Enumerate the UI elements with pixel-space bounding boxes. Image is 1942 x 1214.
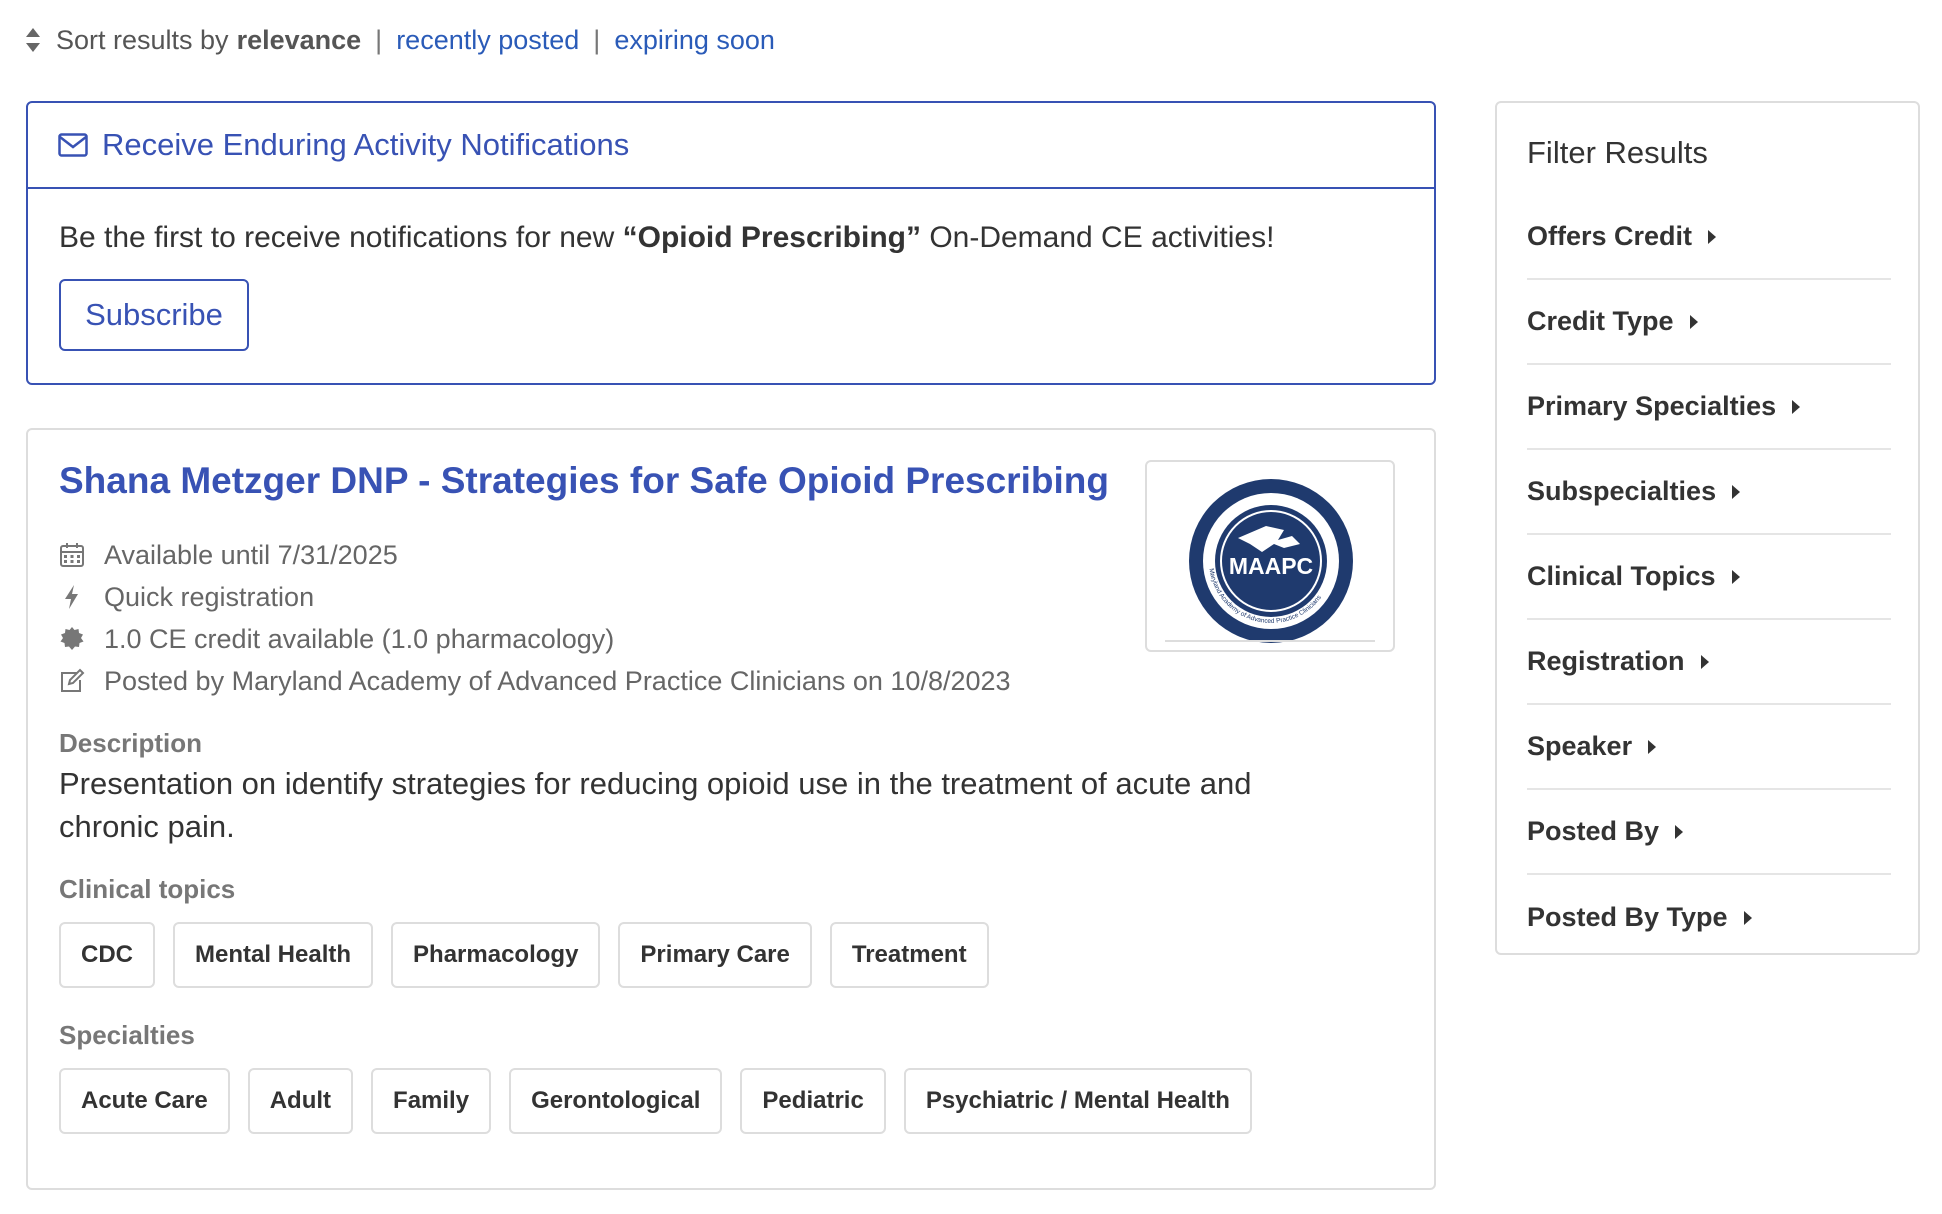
- meta-registration: Quick registration: [59, 576, 1011, 618]
- meta-credit: 1.0 CE credit available (1.0 pharmacolog…: [59, 618, 1011, 660]
- topic-chip-pharmacology[interactable]: Pharmacology: [391, 922, 601, 988]
- maapc-logo: MAAPC Maryland Academy of Advanced Pract…: [1189, 479, 1353, 643]
- subscribe-button[interactable]: Subscribe: [59, 279, 249, 351]
- specialty-chip-gerontological[interactable]: Gerontological: [509, 1068, 723, 1134]
- filter-posted-by-type[interactable]: Posted By Type: [1527, 875, 1891, 960]
- notification-panel: Receive Enduring Activity Notifications …: [26, 101, 1436, 385]
- filter-label: Registration: [1527, 646, 1685, 676]
- specialty-chip-pediatric[interactable]: Pediatric: [740, 1068, 886, 1134]
- filter-label: Offers Credit: [1527, 221, 1693, 251]
- filter-credit-type[interactable]: Credit Type: [1527, 280, 1891, 365]
- specialty-chip-acute-care[interactable]: Acute Care: [59, 1068, 230, 1134]
- meta-registration-text: Quick registration: [104, 581, 315, 612]
- meta-availability: Available until 7/31/2025: [59, 534, 1011, 576]
- filter-offers-credit[interactable]: Offers Credit: [1527, 195, 1891, 280]
- specialty-chip-family[interactable]: Family: [371, 1068, 492, 1134]
- filter-subspecialties[interactable]: Subspecialties: [1527, 450, 1891, 535]
- filter-speaker[interactable]: Speaker: [1527, 705, 1891, 790]
- sort-icon: [26, 28, 40, 52]
- specialties-label: Specialties: [59, 1020, 195, 1050]
- filter-primary-specialties[interactable]: Primary Specialties: [1527, 365, 1891, 450]
- meta-posted-by: Posted by Maryland Academy of Advanced P…: [59, 660, 1011, 702]
- logo-text: MAAPC: [1229, 553, 1313, 579]
- filter-label: Speaker: [1527, 731, 1633, 761]
- description-text: Presentation on identify strategies for …: [59, 766, 1252, 844]
- filter-registration[interactable]: Registration: [1527, 620, 1891, 705]
- sort-expiring-soon-link[interactable]: expiring soon: [614, 25, 775, 56]
- bolt-icon: [65, 585, 78, 609]
- sort-bar: Sort results by relevance | recently pos…: [24, 20, 775, 60]
- logo-divider: [1165, 640, 1375, 642]
- meta-posted-by-text: Posted by Maryland Academy of Advanced P…: [104, 665, 1011, 696]
- filter-label: Credit Type: [1527, 306, 1674, 336]
- caret-right-icon: [1648, 739, 1657, 754]
- filter-posted-by[interactable]: Posted By: [1527, 790, 1891, 875]
- topic-chip-cdc[interactable]: CDC: [59, 922, 155, 988]
- meta-availability-text: Available until 7/31/2025: [104, 539, 398, 570]
- caret-right-icon: [1732, 484, 1741, 499]
- calendar-icon: [60, 543, 84, 567]
- sort-current: relevance: [236, 24, 362, 55]
- topic-chip-mental-health[interactable]: Mental Health: [173, 922, 374, 988]
- filter-label: Posted By: [1527, 816, 1660, 846]
- clinical-topics-label: Clinical topics: [59, 874, 236, 904]
- activity-card: Shana Metzger DNP - Strategies for Safe …: [26, 428, 1436, 1190]
- notification-body: Be the first to receive notifications fo…: [28, 189, 1434, 383]
- filter-label: Clinical Topics: [1527, 561, 1716, 591]
- topic-chip-primary-care[interactable]: Primary Care: [618, 922, 812, 988]
- sort-recently-posted-link[interactable]: recently posted: [396, 25, 579, 56]
- notification-text-before: Be the first to receive notifications fo…: [59, 221, 623, 254]
- filter-label: Posted By Type: [1527, 902, 1728, 932]
- caret-right-icon: [1792, 399, 1801, 414]
- notification-text: Be the first to receive notifications fo…: [59, 221, 1403, 255]
- clinical-topics-chips: CDC Mental Health Pharmacology Primary C…: [59, 922, 1007, 988]
- notification-topic: “Opioid Prescribing”: [622, 221, 921, 254]
- certificate-icon: [60, 627, 84, 650]
- specialty-chip-psychiatric-mental-health[interactable]: Psychiatric / Mental Health: [903, 1068, 1252, 1134]
- sort-separator: |: [375, 24, 383, 55]
- edit-icon: [61, 668, 85, 692]
- specialty-chip-adult[interactable]: Adult: [247, 1068, 354, 1134]
- filter-label: Primary Specialties: [1527, 391, 1777, 421]
- filter-label: Subspecialties: [1527, 476, 1717, 506]
- caret-right-icon: [1675, 824, 1684, 839]
- caret-right-icon: [1689, 314, 1698, 329]
- caret-right-icon: [1700, 654, 1709, 669]
- caret-right-icon: [1743, 910, 1752, 925]
- meta-credit-text: 1.0 CE credit available (1.0 pharmacolog…: [104, 623, 615, 654]
- sort-prefix: Sort results by: [56, 24, 229, 55]
- specialties-chips: Acute Care Adult Family Gerontological P…: [59, 1068, 1270, 1134]
- topic-chip-treatment[interactable]: Treatment: [829, 922, 989, 988]
- filter-list: Offers Credit Credit Type Primary Specia…: [1527, 195, 1891, 960]
- activity-title-link[interactable]: Shana Metzger DNP - Strategies for Safe …: [59, 460, 1109, 502]
- filter-title: Filter Results: [1527, 135, 1708, 170]
- activity-logo: MAAPC Maryland Academy of Advanced Pract…: [1145, 460, 1395, 652]
- caret-right-icon: [1731, 569, 1740, 584]
- notification-text-after: On-Demand CE activities!: [920, 221, 1275, 254]
- description-label: Description: [59, 728, 203, 758]
- envelope-icon: [58, 133, 88, 157]
- caret-right-icon: [1708, 229, 1717, 244]
- activity-meta: Available until 7/31/2025 Quick registra…: [59, 534, 1011, 702]
- sort-separator: |: [593, 24, 601, 55]
- filter-panel: Filter Results Offers Credit Credit Type…: [1495, 101, 1920, 955]
- notification-header: Receive Enduring Activity Notifications: [28, 103, 1434, 189]
- notification-title: Receive Enduring Activity Notifications: [102, 127, 630, 162]
- filter-clinical-topics[interactable]: Clinical Topics: [1527, 535, 1891, 620]
